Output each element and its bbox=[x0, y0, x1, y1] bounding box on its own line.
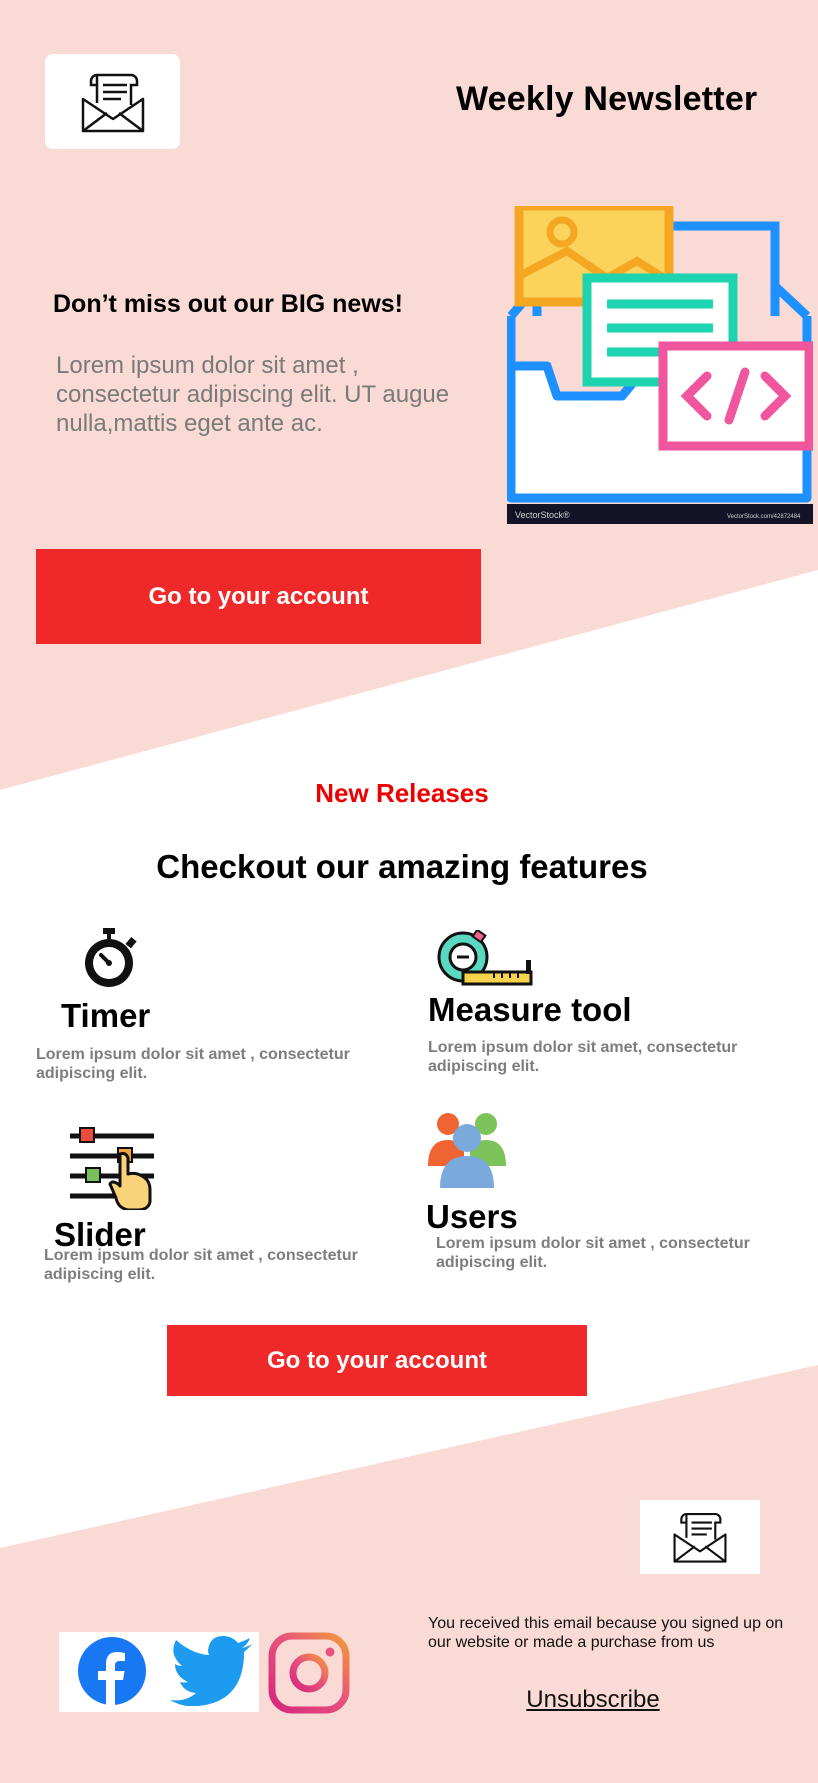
watermark-label: VectorStock® bbox=[515, 510, 570, 520]
feature-description: Lorem ipsum dolor sit amet , consectetur… bbox=[36, 1046, 350, 1082]
timer-icon bbox=[85, 928, 137, 987]
go-to-account-button-secondary[interactable]: Go to your account bbox=[167, 1325, 587, 1396]
users-icon bbox=[428, 1113, 506, 1188]
feature-card-timer: Timer Lorem ipsum dolor sit amet , conse… bbox=[36, 925, 376, 1085]
go-to-account-button[interactable]: Go to your account bbox=[36, 549, 481, 644]
unsubscribe-link[interactable]: Unsubscribe bbox=[428, 1686, 758, 1714]
measure-tape-icon bbox=[437, 930, 533, 986]
newsletter-envelope-icon bbox=[673, 1513, 727, 1563]
instagram-icon[interactable] bbox=[268, 1632, 350, 1714]
footer-newsletter-badge bbox=[640, 1500, 760, 1574]
feature-description: Lorem ipsum dolor sit amet , consectetur… bbox=[436, 1235, 750, 1271]
newsletter-title: Weekly Newsletter bbox=[456, 80, 758, 118]
watermark-id: VectorStock.com/42872484 bbox=[727, 514, 801, 520]
newsletter-logo bbox=[45, 54, 180, 149]
facebook-icon[interactable] bbox=[77, 1636, 147, 1706]
slider-icon bbox=[70, 1127, 154, 1210]
feature-card-slider: Slider Lorem ipsum dolor sit amet , cons… bbox=[44, 1126, 384, 1286]
footer-signup-note: You received this email because you sign… bbox=[428, 1615, 784, 1651]
feature-title: Timer bbox=[61, 997, 151, 1034]
feature-title: Users bbox=[426, 1198, 518, 1235]
hero-body: Lorem ipsum dolor sit amet , consectetur… bbox=[56, 352, 450, 437]
twitter-icon[interactable] bbox=[170, 1636, 254, 1707]
documents-folder-illustration: VectorStock® VectorStock.com/42872484 bbox=[506, 201, 814, 524]
feature-title: Measure tool bbox=[428, 991, 632, 1028]
hero-heading: Don’t miss out our BIG news! bbox=[53, 290, 404, 318]
feature-description: Lorem ipsum dolor sit amet , consectetur… bbox=[44, 1247, 358, 1283]
newsletter-envelope-icon bbox=[81, 73, 144, 132]
features-title: Checkout our amazing features bbox=[156, 848, 648, 885]
feature-card-users: Users Lorem ipsum dolor sit amet , conse… bbox=[426, 1110, 776, 1271]
feature-card-measure-tool: Measure tool Lorem ipsum dolor sit amet,… bbox=[428, 928, 778, 1088]
feature-description: Lorem ipsum dolor sit amet, consectetur … bbox=[428, 1039, 738, 1075]
new-releases-label: New Releases bbox=[315, 778, 489, 808]
